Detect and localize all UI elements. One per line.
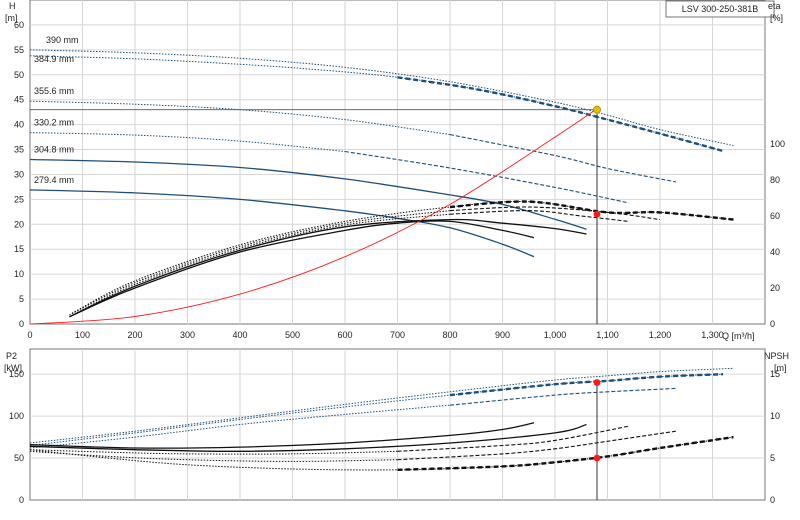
head-1-curve-operating — [397, 76, 724, 153]
head-tick-label: 55 — [14, 45, 24, 55]
x-tick-label: 500 — [285, 330, 300, 340]
eta-6-curve-full-range — [71, 200, 734, 314]
bottom-right-axis-label-2: [m] — [774, 363, 787, 373]
npsh-1-curve-full-range — [29, 373, 724, 446]
chart-title: LSV 300-250-381B — [682, 4, 759, 14]
title-box: LSV 300-250-381B — [665, 0, 775, 18]
x-tick-label: 300 — [180, 330, 195, 340]
grid-layer — [29, 0, 766, 501]
x-tick-label: 700 — [390, 330, 405, 340]
x-tick-label: 1,000 — [544, 330, 567, 340]
head-tick-label: 20 — [14, 219, 24, 229]
head-tick-label: 35 — [14, 145, 24, 155]
top-right-axis-label-1: eta — [768, 1, 781, 11]
x-tick-label: 1,200 — [649, 330, 672, 340]
npsh-point-marker — [593, 379, 601, 386]
head-tick-label: 0 — [19, 319, 24, 329]
top-left-axis-label-2: [m] — [5, 13, 18, 23]
power-7-curve — [29, 422, 535, 449]
power-3-curve-full-range — [29, 436, 734, 471]
bottom-left-axis-label-2: [kW] — [4, 363, 22, 373]
series-layer — [29, 49, 734, 471]
pump-curve-chart: 0 100 200 300 400 500 600 700 800 900 1,000 1,100 1,… — [4, 0, 789, 505]
power-tick-label: 0 — [19, 495, 24, 505]
head-tick-label: 10 — [14, 269, 24, 279]
eta-point-marker — [593, 210, 601, 218]
bottom-right-axis-label-1: NPSH — [764, 351, 789, 361]
head-0-curve — [29, 49, 734, 147]
eta-tick-label: 60 — [770, 211, 780, 221]
x-tick-label: 100 — [75, 330, 90, 340]
npsh-1-curve-operating — [449, 373, 724, 397]
power-tick-label: 50 — [14, 453, 24, 463]
head-tick-label: 5 — [19, 294, 24, 304]
head-tick-label: 30 — [14, 169, 24, 179]
head-4-curve — [29, 158, 587, 230]
head-3-curve-high — [344, 150, 629, 204]
x-axis-label: Q [m³/h] — [722, 331, 755, 341]
x-tick-label: 400 — [232, 330, 247, 340]
x-tick-label: 600 — [337, 330, 352, 340]
head-1-curve-full-range — [29, 55, 724, 152]
impeller-diameter-label: 384.9 mm — [34, 54, 74, 64]
eta-tick-label: 20 — [770, 283, 780, 293]
head-tick-label: 15 — [14, 244, 24, 254]
power-point-marker — [593, 454, 601, 462]
impeller-diameter-label: 279.4 mm — [34, 175, 74, 185]
power-tick-label: 100 — [9, 411, 24, 421]
head-tick-label: 40 — [14, 120, 24, 130]
npsh-tick-label: 5 — [770, 453, 775, 463]
power-5-curve-low — [29, 449, 398, 455]
top-left-axis-label-1: H — [9, 1, 16, 11]
eta-tick-label: 0 — [770, 319, 775, 329]
top-right-axis-label-2: [%] — [770, 13, 783, 23]
eta-tick-label: 40 — [770, 247, 780, 257]
impeller-diameter-label: 304.8 mm — [34, 145, 74, 155]
x-tick-label: 800 — [442, 330, 457, 340]
power-3-curve-operating — [397, 435, 734, 471]
x-tick-label: 0 — [27, 330, 32, 340]
eta-tick-label: 100 — [770, 139, 785, 149]
power-5-curve-high — [397, 425, 629, 452]
head-tick-label: 50 — [14, 70, 24, 80]
x-tick-label: 200 — [127, 330, 142, 340]
marker-layer — [30, 105, 602, 500]
impeller-diameter-label: 330.2 mm — [34, 118, 74, 128]
eta-8-curve-low — [69, 213, 451, 318]
bottom-left-axis-label-1: P2 — [6, 351, 17, 361]
duty-point-marker — [593, 105, 602, 114]
npsh-tick-label: 10 — [770, 411, 780, 421]
x-tick-label: 900 — [495, 330, 510, 340]
head-tick-label: 25 — [14, 194, 24, 204]
x-tick-label: 1,100 — [596, 330, 619, 340]
impeller-diameter-label: 390 mm — [46, 35, 79, 45]
npsh-tick-label: 0 — [770, 495, 775, 505]
x-tick-label: 1,300 — [701, 330, 724, 340]
impeller-diameter-label: 355.6 mm — [34, 86, 74, 96]
head-tick-label: 45 — [14, 95, 24, 105]
eta-tick-label: 80 — [770, 175, 780, 185]
